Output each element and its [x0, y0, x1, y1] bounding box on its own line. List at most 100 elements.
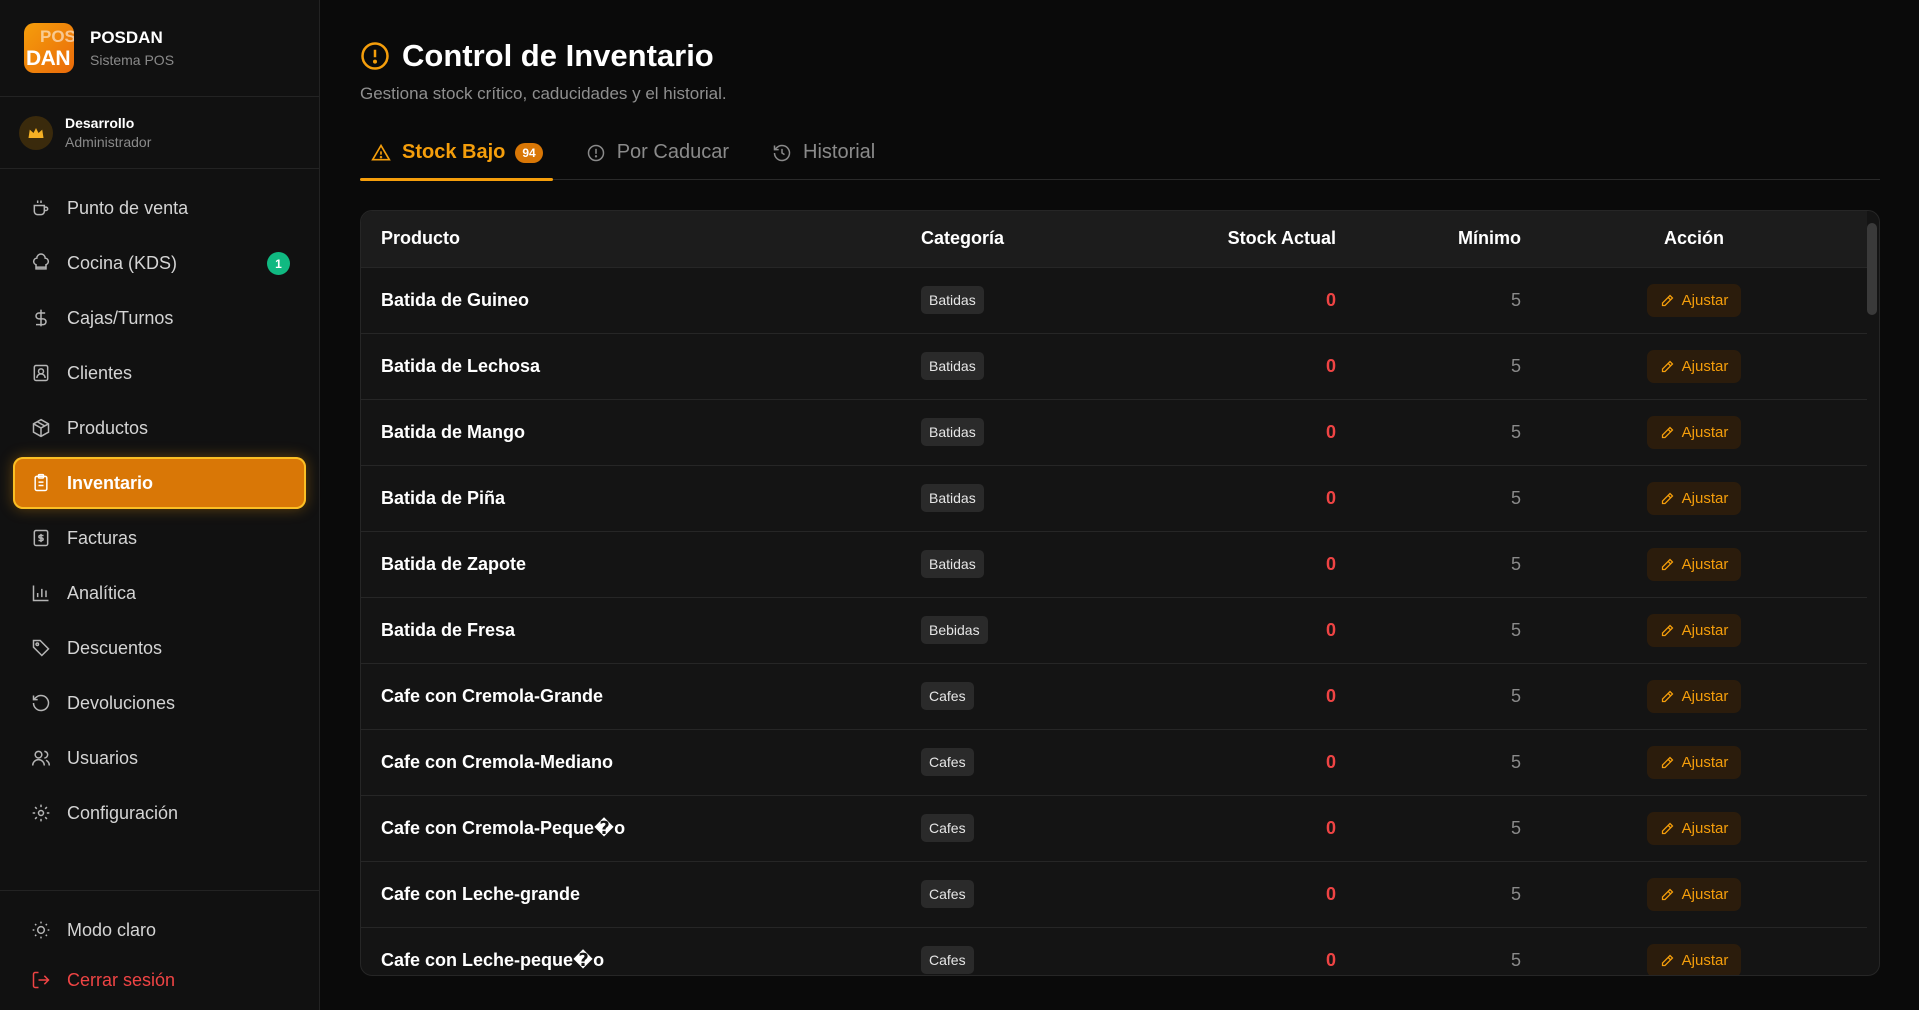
- brand-subtitle: Sistema POS: [90, 52, 175, 68]
- product-name: Cafe con Leche-grande: [381, 883, 581, 904]
- adjust-button[interactable]: Ajustar: [1646, 943, 1742, 975]
- stock-cell: 0: [1131, 795, 1336, 861]
- logout-icon: [29, 968, 53, 992]
- min-cell: 5: [1336, 597, 1521, 663]
- sidebar-footer: Modo claro Cerrar sesión: [0, 890, 319, 1005]
- sidebar-item-usuarios[interactable]: Usuarios: [13, 732, 306, 784]
- action-cell: Ajustar: [1521, 597, 1867, 663]
- column-header-category[interactable]: Categoría: [921, 211, 1131, 268]
- tab-por-caducar[interactable]: Por Caducar: [575, 125, 739, 180]
- pencil-icon: [1660, 952, 1676, 968]
- adjust-button[interactable]: Ajustar: [1646, 481, 1742, 515]
- adjust-label: Ajustar: [1681, 621, 1729, 639]
- product-name: Batida de Mango: [381, 421, 526, 442]
- table-header-row: Producto Categoría Stock Actual Mínimo A…: [361, 211, 1867, 268]
- minimum-stock-value: 5: [1510, 289, 1521, 310]
- sidebar-item-facturas[interactable]: Facturas: [13, 512, 306, 564]
- sidebar-item-productos[interactable]: Productos: [13, 402, 306, 454]
- page-header: Control de Inventario Gestiona stock crí…: [360, 38, 727, 104]
- min-cell: 5: [1336, 465, 1521, 531]
- current-stock-value: 0: [1325, 355, 1336, 376]
- adjust-button[interactable]: Ajustar: [1646, 349, 1742, 383]
- action-cell: Ajustar: [1521, 729, 1867, 795]
- sidebar-item-analitica[interactable]: Analítica: [13, 567, 306, 619]
- min-cell: 5: [1336, 795, 1521, 861]
- brand-name: POSDAN: [90, 28, 163, 47]
- table-scrollbar[interactable]: [1867, 215, 1877, 971]
- stock-cell: 0: [1131, 267, 1336, 333]
- sidebar-item-label: Usuarios: [67, 747, 139, 768]
- adjust-button[interactable]: Ajustar: [1646, 877, 1742, 911]
- adjust-label: Ajustar: [1681, 753, 1729, 771]
- category-cell: Cafes: [921, 861, 1131, 927]
- minimum-stock-value: 5: [1510, 751, 1521, 772]
- logout-button[interactable]: Cerrar sesión: [0, 955, 319, 1005]
- tab-label: Por Caducar: [616, 141, 729, 163]
- contact-icon: [29, 361, 53, 385]
- category-cell: Cafes: [921, 795, 1131, 861]
- stock-cell: 0: [1131, 663, 1336, 729]
- sidebar-item-devoluciones[interactable]: Devoluciones: [13, 677, 306, 729]
- adjust-button[interactable]: Ajustar: [1646, 415, 1742, 449]
- theme-toggle-button[interactable]: Modo claro: [0, 905, 319, 955]
- action-cell: Ajustar: [1521, 333, 1867, 399]
- column-header-min[interactable]: Mínimo: [1336, 211, 1521, 268]
- scrollbar-thumb[interactable]: [1867, 223, 1877, 315]
- sidebar-item-label: Descuentos: [67, 637, 163, 658]
- category-cell: Cafes: [921, 927, 1131, 975]
- undo-icon: [29, 691, 53, 715]
- user-profile[interactable]: Desarrollo Administrador: [0, 97, 319, 169]
- tab-historial[interactable]: Historial: [761, 125, 885, 180]
- cup-icon: [29, 196, 53, 220]
- product-name: Batida de Fresa: [381, 619, 516, 640]
- table-row: Cafe con Cremola-Peque�o Cafes 0 5 Ajustar: [361, 795, 1867, 861]
- min-cell: 5: [1336, 927, 1521, 975]
- sidebar-item-configuracion[interactable]: Configuración: [13, 787, 306, 839]
- sidebar-item-descuentos[interactable]: Descuentos: [13, 622, 306, 674]
- min-cell: 5: [1336, 729, 1521, 795]
- sidebar-item-punto-de-venta[interactable]: Punto de venta: [13, 182, 306, 234]
- tag-icon: [29, 636, 53, 660]
- minimum-stock-value: 5: [1510, 883, 1521, 904]
- category-cell: Batidas: [921, 465, 1131, 531]
- brand-header: POS DAN POSDAN Sistema POS: [0, 0, 319, 97]
- adjust-button[interactable]: Ajustar: [1646, 613, 1742, 647]
- package-icon: [29, 416, 53, 440]
- warning-triangle-icon: [370, 142, 392, 164]
- adjust-label: Ajustar: [1681, 489, 1729, 507]
- adjust-button[interactable]: Ajustar: [1646, 745, 1742, 779]
- action-cell: Ajustar: [1521, 663, 1867, 729]
- column-header-stock[interactable]: Stock Actual: [1131, 211, 1336, 268]
- category-pill: Batidas: [921, 484, 984, 512]
- product-name: Batida de Guineo: [381, 289, 530, 310]
- current-stock-value: 0: [1325, 685, 1336, 706]
- adjust-button[interactable]: Ajustar: [1646, 547, 1742, 581]
- adjust-button[interactable]: Ajustar: [1646, 811, 1742, 845]
- pencil-icon: [1660, 490, 1676, 506]
- column-header-product[interactable]: Producto: [361, 211, 921, 268]
- adjust-button[interactable]: Ajustar: [1646, 679, 1742, 713]
- tab-label: Stock Bajo: [402, 141, 506, 163]
- category-cell: Batidas: [921, 267, 1131, 333]
- pencil-icon: [1660, 622, 1676, 638]
- adjust-label: Ajustar: [1681, 555, 1729, 573]
- product-name: Batida de Lechosa: [381, 355, 541, 376]
- tab-stock-bajo[interactable]: Stock Bajo 94: [360, 125, 553, 181]
- sidebar-item-cajas-turnos[interactable]: Cajas/Turnos: [13, 292, 306, 344]
- adjust-label: Ajustar: [1681, 819, 1729, 837]
- sidebar-item-inventario[interactable]: Inventario: [13, 457, 306, 509]
- adjust-button[interactable]: Ajustar: [1646, 283, 1742, 317]
- table-row: Batida de Guineo Batidas 0 5 Ajustar: [361, 267, 1867, 333]
- posdan-logo[interactable]: POS DAN: [24, 23, 74, 73]
- category-cell: Cafes: [921, 729, 1131, 795]
- sidebar-item-cocina[interactable]: Cocina (KDS) 1: [13, 237, 306, 289]
- pencil-icon: [1660, 556, 1676, 572]
- category-pill: Cafes: [921, 682, 974, 710]
- sidebar-item-clientes[interactable]: Clientes: [13, 347, 306, 399]
- minimum-stock-value: 5: [1510, 619, 1521, 640]
- pencil-icon: [1660, 820, 1676, 836]
- action-cell: Ajustar: [1521, 465, 1867, 531]
- table-row: Cafe con Cremola-Grande Cafes 0 5 Ajustar: [361, 663, 1867, 729]
- chef-hat-icon: [29, 251, 53, 275]
- stock-cell: 0: [1131, 531, 1336, 597]
